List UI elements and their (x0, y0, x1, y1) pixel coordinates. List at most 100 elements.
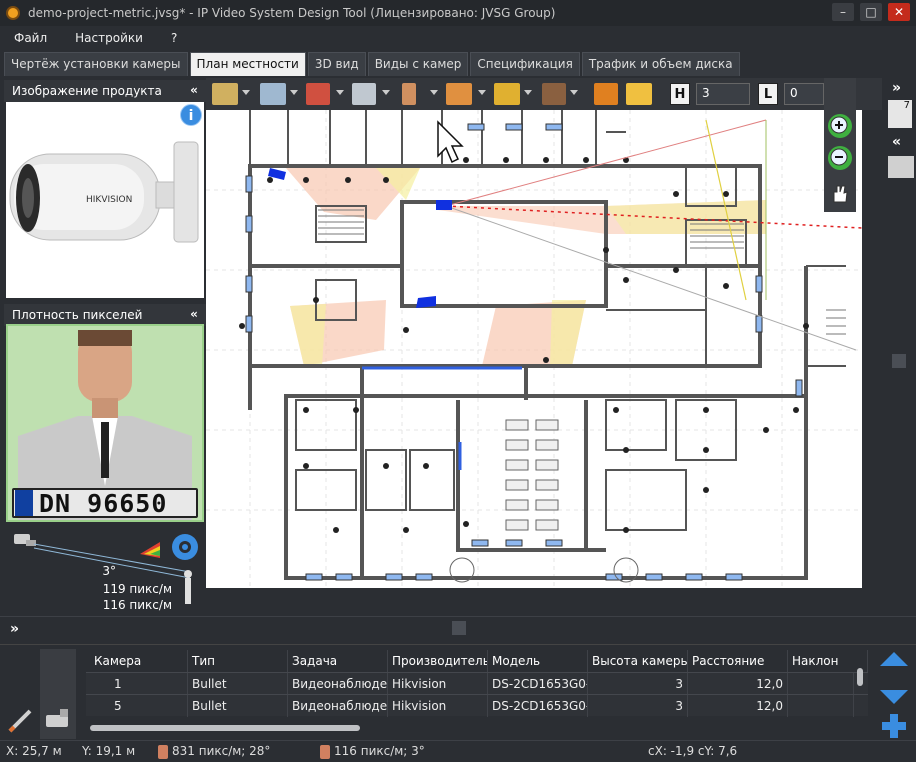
cell-type: Bullet (188, 673, 288, 695)
cell-height: 3 (588, 673, 688, 695)
plan-bottom-area (206, 588, 888, 616)
tab-specification[interactable]: Спецификация (470, 52, 580, 76)
license-plate: DN 96650 (12, 488, 198, 518)
person-density-icon (320, 745, 330, 759)
status-y: Y: 19,1 м (82, 744, 136, 758)
camera-tool-icon[interactable] (212, 83, 238, 105)
bottom-toggle-bar: » (0, 616, 916, 644)
table-tool-icon[interactable] (446, 83, 472, 105)
svg-text:HIKVISION: HIKVISION (86, 195, 132, 205)
box-tool-icon[interactable] (352, 83, 376, 105)
close-button[interactable]: ✕ (888, 3, 910, 21)
camera-count-badge[interactable]: 7 (888, 100, 912, 128)
col-distance[interactable]: Расстояние (688, 650, 788, 672)
height-field[interactable]: 3 (696, 83, 750, 105)
menu-settings[interactable]: Настройки (61, 31, 157, 45)
car-dropdown-arrow[interactable] (524, 90, 532, 95)
title-bar: demo-project-metric.jvsg* - IP Video Sys… (0, 0, 916, 26)
minimize-button[interactable]: – (832, 3, 854, 21)
col-model[interactable]: Модель (488, 650, 588, 672)
maximize-button[interactable]: □ (860, 3, 882, 21)
tab-site-plan[interactable]: План местности (189, 52, 306, 76)
col-camera[interactable]: Камера (90, 650, 188, 672)
view-controls (824, 78, 856, 212)
box-dropdown-arrow[interactable] (382, 90, 390, 95)
main-tabs: Чертёж установки камеры План местности 3… (4, 52, 742, 76)
zoom-in-icon[interactable] (828, 114, 852, 138)
collapse-product-button[interactable]: « (186, 83, 202, 99)
tab-camera-views[interactable]: Виды с камер (367, 52, 469, 76)
cell-distance: 12,0 (688, 695, 788, 717)
cell-distance: 12,0 (688, 673, 788, 695)
length-field[interactable]: 0 (784, 83, 824, 105)
collapse-right-button[interactable]: « (892, 134, 901, 150)
wall-dropdown-arrow[interactable] (336, 90, 344, 95)
table-vertical-scrollbar[interactable] (854, 668, 866, 720)
pencil-dropdown-arrow[interactable] (570, 90, 578, 95)
move-up-icon[interactable] (880, 652, 908, 666)
camera-dropdown-arrow[interactable] (242, 90, 250, 95)
expand-bottom-button[interactable]: » (10, 621, 19, 637)
tab-traffic-disk[interactable]: Трафик и объем диска (581, 52, 740, 76)
cell-model: DS-2CD1653G0- (488, 673, 588, 695)
status-bar: X: 25,7 м Y: 19,1 м 831 пикс/м; 28° 116 … (0, 740, 916, 762)
car-tool-icon[interactable] (494, 83, 520, 105)
person-tool-icon[interactable] (402, 83, 416, 105)
menu-bar: Файл Настройки ? (0, 26, 916, 50)
col-manufacturer[interactable]: Производитель (388, 650, 488, 672)
move-down-icon[interactable] (880, 690, 908, 704)
vertical-scroll-thumb[interactable] (892, 354, 906, 368)
col-type[interactable]: Тип (188, 650, 288, 672)
density-value-2: 116 пикс/м (102, 598, 172, 612)
density-value-1: 119 пикс/м (102, 582, 172, 596)
gear-icon[interactable] (172, 534, 198, 560)
tab-3d-view[interactable]: 3D вид (307, 52, 366, 76)
expand-right-button[interactable]: » (892, 80, 901, 96)
pixel-density-title: Плотность пикселей (12, 308, 143, 322)
edit-pencil-icon[interactable] (6, 705, 36, 735)
plate-number: DN 96650 (39, 488, 168, 518)
cell-tilt (788, 673, 854, 695)
zoom-out-icon[interactable] (828, 146, 852, 170)
pixel-density-header: Плотность пикселей « (4, 304, 206, 326)
horizontal-scroll-thumb[interactable] (90, 725, 360, 731)
window-title: demo-project-metric.jvsg* - IP Video Sys… (28, 6, 556, 20)
pan-hand-icon[interactable] (828, 182, 852, 206)
undo-icon[interactable] (594, 83, 618, 105)
table-dropdown-arrow[interactable] (478, 90, 486, 95)
broom-icon[interactable] (626, 83, 652, 105)
floor-plan-drawing (206, 110, 862, 588)
cell-model: DS-2CD1653G0- (488, 695, 588, 717)
cell-tilt (788, 695, 854, 717)
status-density-b: 116 пикс/м; 3° (334, 744, 425, 758)
wall-tool-icon[interactable] (306, 83, 330, 105)
tab-installation-drawing[interactable]: Чертёж установки камеры (4, 52, 188, 76)
person-dropdown-arrow[interactable] (430, 90, 438, 95)
menu-file[interactable]: Файл (0, 31, 61, 45)
layers-icon[interactable] (888, 156, 914, 178)
cell-height: 3 (588, 695, 688, 717)
status-cxcy: cX: -1,9 cY: 7,6 (648, 744, 738, 758)
length-label: L (758, 83, 778, 105)
cell-task: Видеонаблюден (288, 695, 388, 717)
status-density-a: 831 пикс/м; 28° (172, 744, 271, 758)
plan-toolbar: H 3 L 0 (206, 78, 882, 110)
list-action-buttons (874, 648, 914, 740)
pencil-tool-icon[interactable] (542, 83, 566, 105)
info-icon[interactable]: i (180, 104, 202, 126)
person-density-icon (158, 745, 168, 759)
cell-camera: 1 (110, 673, 188, 695)
site-plan-canvas[interactable] (206, 110, 862, 588)
menu-help[interactable]: ? (157, 31, 191, 45)
horizontal-splitter-handle[interactable] (452, 621, 466, 635)
collapse-pixel-button[interactable]: « (186, 307, 202, 323)
table-row[interactable]: 5 Bullet Видеонаблюден Hikvision DS-2CD1… (86, 694, 868, 717)
plan-dropdown-arrow[interactable] (290, 90, 298, 95)
plan-image-tool-icon[interactable] (260, 83, 286, 105)
density-info: 3° 119 пикс/м 116 пикс/м (4, 526, 206, 616)
table-horizontal-scrollbar[interactable] (86, 722, 868, 734)
vertical-scroll-thumb[interactable] (857, 668, 863, 686)
table-row[interactable]: 1 Bullet Видеонаблюден Hikvision DS-2CD1… (86, 672, 868, 695)
col-task[interactable]: Задача (288, 650, 388, 672)
col-camera-height[interactable]: Высота камеры (588, 650, 688, 672)
